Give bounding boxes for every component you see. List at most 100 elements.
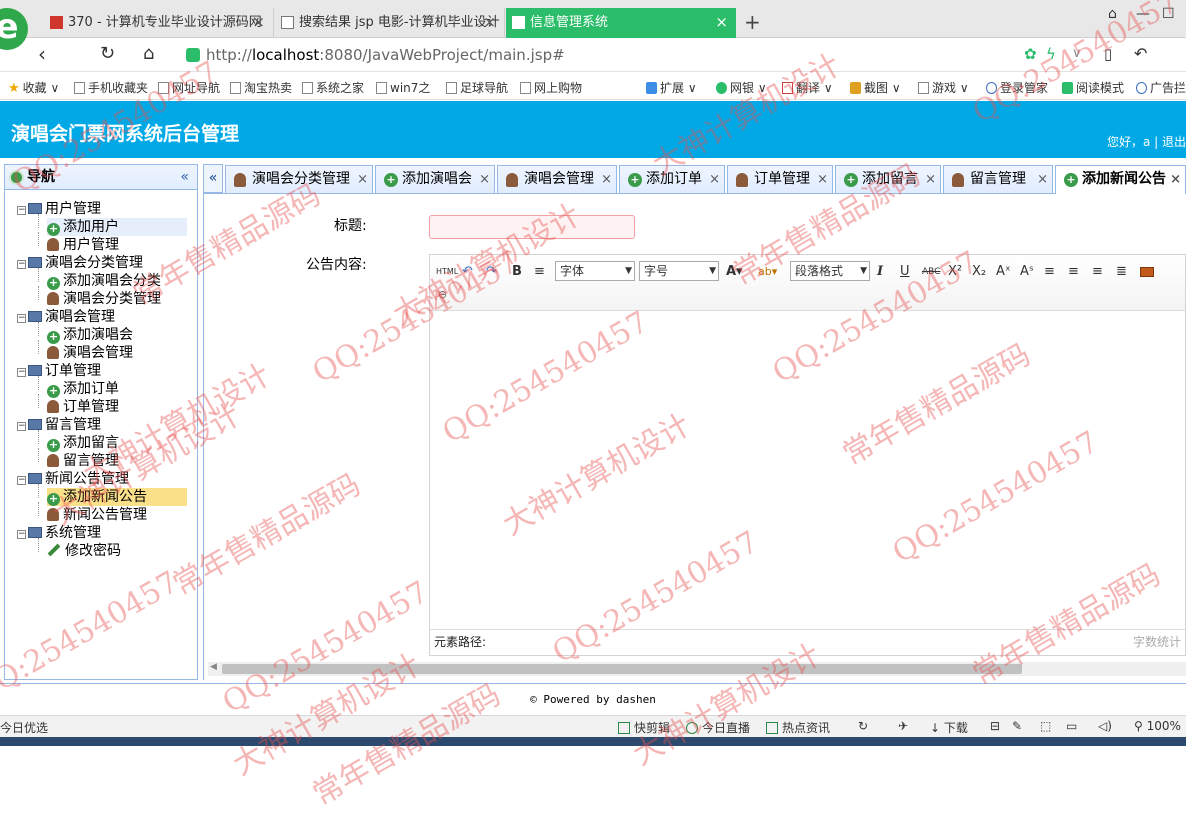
minimize-icon[interactable]: — — [1136, 6, 1150, 22]
nav-group[interactable]: − 留言管理 — [17, 416, 187, 434]
close-tab-icon[interactable]: × — [1170, 166, 1181, 193]
scroll-left-arrow-icon[interactable]: ◀ — [210, 662, 217, 672]
user-greeting[interactable]: 您好，a | 退出 — [1107, 133, 1186, 150]
status-today-picks[interactable]: 今日优选 — [0, 719, 48, 736]
nav-item[interactable]: + 添加订单 — [47, 380, 187, 398]
content-tab[interactable]: + 添加留言 × — [835, 165, 941, 193]
strikethrough-icon[interactable]: ABC — [922, 263, 940, 281]
close-tab-icon[interactable]: × — [479, 166, 490, 193]
superscript-icon[interactable]: X² — [948, 263, 962, 281]
content-tab[interactable]: 订单管理 × — [727, 165, 833, 193]
collapse-toggle-icon[interactable]: − — [17, 368, 26, 377]
clear-format-icon[interactable]: Aˢ — [1020, 263, 1034, 281]
content-tab[interactable]: + 添加订单 × — [619, 165, 725, 193]
undo-icon[interactable]: ↶ — [462, 263, 473, 281]
new-tab-button[interactable]: + — [744, 10, 761, 34]
toolbar-bank[interactable]: 网银 ∨ — [716, 79, 767, 96]
nav-item[interactable]: 用户管理 — [47, 236, 187, 254]
html-source-button[interactable]: HTML — [436, 263, 458, 281]
close-icon[interactable]: × — [715, 8, 728, 37]
scrollbar-thumb[interactable] — [222, 664, 1022, 674]
capture-icon[interactable]: ⬚ — [1040, 719, 1051, 733]
nav-group[interactable]: − 订单管理 — [17, 362, 187, 380]
tabs-scroll-left-button[interactable]: « — [203, 164, 223, 193]
align-icon[interactable]: ≡ — [534, 263, 545, 281]
nav-item[interactable]: + 添加演唱会 — [47, 326, 187, 344]
collapse-toggle-icon[interactable]: − — [17, 314, 26, 323]
close-tab-icon[interactable]: × — [817, 166, 828, 193]
nav-item[interactable]: 新闻公告管理 — [47, 506, 187, 524]
editor-content-area[interactable] — [430, 312, 1185, 630]
align-justify-icon[interactable]: ≣ — [1116, 263, 1127, 281]
close-icon[interactable]: × — [483, 8, 496, 37]
nav-group[interactable]: − 用户管理 — [17, 200, 187, 218]
nav-item[interactable]: 演唱会分类管理 — [47, 290, 187, 308]
window-icon[interactable]: ⊟ — [990, 719, 1000, 733]
nav-group[interactable]: − 系统管理 — [17, 524, 187, 542]
url-input[interactable]: http://localhost:8080/JavaWebProject/mai… — [180, 43, 1020, 67]
align-center-icon[interactable]: ≡ — [1068, 263, 1079, 281]
nav-item[interactable]: + 添加留言 — [47, 434, 187, 452]
font-family-select[interactable]: 字体 ▼ — [555, 261, 635, 281]
collapse-nav-button[interactable]: « — [180, 165, 189, 189]
toolbar-adblock[interactable]: 广告拦 — [1136, 79, 1186, 96]
toolbar-translate[interactable]: 翻译 ∨ — [782, 79, 833, 96]
browser-tab-2[interactable]: 搜索结果 jsp 电影-计算机毕业设计 × — [275, 8, 505, 38]
phone-icon[interactable]: ▯ — [1104, 43, 1112, 65]
back-icon[interactable]: ‹ — [38, 43, 46, 65]
tool-icon[interactable]: ✎ — [1012, 719, 1022, 733]
status-news[interactable]: 热点资讯 — [766, 719, 830, 736]
title-input[interactable] — [429, 215, 635, 239]
close-icon[interactable]: × — [252, 8, 265, 37]
font-color-icon[interactable]: A▾ — [726, 263, 743, 281]
nav-item[interactable]: 留言管理 — [47, 452, 187, 470]
status-live[interactable]: 今日直播 — [686, 719, 750, 736]
content-tab[interactable]: 演唱会管理 × — [497, 165, 617, 193]
browser-tab-active[interactable]: 信息管理系统 × — [506, 8, 736, 38]
toolbar-reader[interactable]: 阅读模式 — [1062, 79, 1124, 96]
speed-icon[interactable]: ✈ — [898, 719, 908, 733]
nav-group[interactable]: − 演唱会管理 — [17, 308, 187, 326]
content-tab[interactable]: + 添加演唱会 × — [375, 165, 495, 193]
italic-icon[interactable]: I — [877, 263, 883, 281]
nav-group[interactable]: − 演唱会分类管理 — [17, 254, 187, 272]
highlight-icon[interactable]: ab▾ — [758, 263, 777, 281]
chevron-down-icon[interactable]: ∨ — [1072, 43, 1082, 65]
nav-item[interactable]: + 添加用户 — [47, 218, 187, 236]
bookmark-item[interactable]: 网址导航 — [158, 79, 220, 96]
nav-item[interactable]: 演唱会管理 — [47, 344, 187, 362]
bookmark-item[interactable]: 系统之家 — [302, 79, 364, 96]
status-download[interactable]: ↓ 下载 — [930, 719, 968, 736]
bookmark-item[interactable]: win7之 — [376, 79, 430, 96]
zoom-level[interactable]: ⚲ 100% — [1134, 719, 1181, 733]
bold-icon[interactable]: B — [512, 263, 522, 281]
align-left-icon[interactable]: ≡ — [1044, 263, 1055, 281]
tab-active[interactable]: + 添加新闻公告 × — [1055, 165, 1186, 194]
nav-item[interactable]: + 添加演唱会分类 — [47, 272, 187, 290]
link-icon[interactable]: ⊖ — [438, 286, 447, 304]
image-icon[interactable] — [1140, 267, 1154, 277]
collapse-toggle-icon[interactable]: − — [17, 530, 26, 539]
content-tab[interactable]: 留言管理 × — [943, 165, 1053, 193]
skin-icon[interactable]: ⌂ — [1108, 6, 1117, 22]
extension-icon[interactable]: ✿ — [1024, 43, 1037, 65]
status-quick-edit[interactable]: 快剪辑 — [618, 719, 670, 736]
close-tab-icon[interactable]: × — [709, 166, 720, 193]
close-tab-icon[interactable]: × — [925, 166, 936, 193]
collapse-toggle-icon[interactable]: − — [17, 476, 26, 485]
undo-icon[interactable]: ↶ — [1134, 43, 1147, 65]
close-tab-icon[interactable]: × — [1037, 166, 1048, 193]
home-icon[interactable]: ⌂ — [143, 43, 154, 65]
maximize-icon[interactable]: ☐ — [1162, 6, 1175, 22]
volume-icon[interactable]: ◁) — [1098, 719, 1112, 733]
bookmark-item[interactable]: 手机收藏夹 — [74, 79, 148, 96]
font-size-select[interactable]: 字号 ▼ — [639, 261, 719, 281]
bookmark-item[interactable]: 淘宝热卖 — [230, 79, 292, 96]
toolbar-extensions[interactable]: 扩展 ∨ — [646, 79, 697, 96]
collapse-toggle-icon[interactable]: − — [17, 260, 26, 269]
nav-item[interactable]: 修改密码 — [47, 542, 187, 560]
bookmark-item[interactable]: 足球导航 — [446, 79, 508, 96]
content-tab[interactable]: 演唱会分类管理 × — [225, 165, 373, 193]
window-icon[interactable]: ▭ — [1066, 719, 1077, 733]
redo-icon[interactable]: ↷ — [486, 263, 497, 281]
